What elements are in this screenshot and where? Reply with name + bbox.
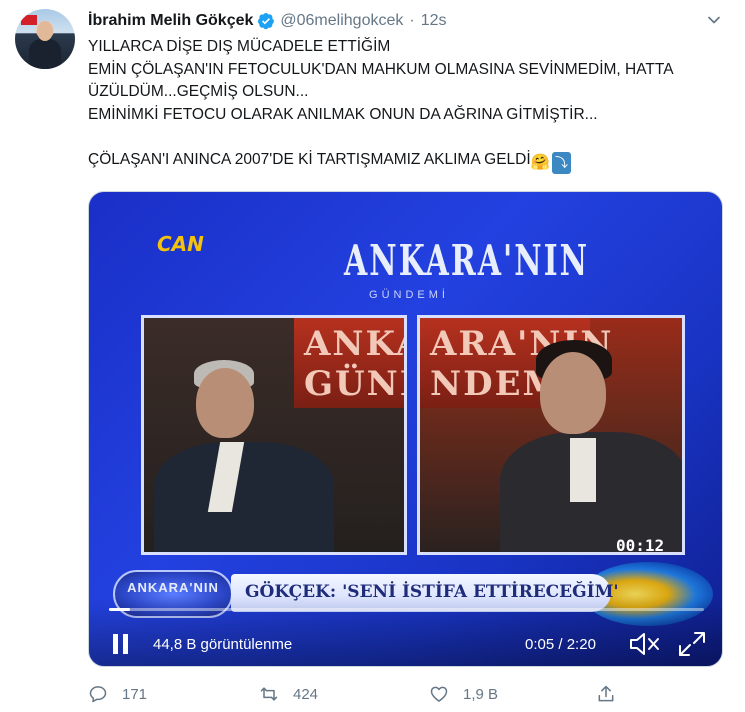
video-controls: 44,8 B görüntülenme 0:05 / 2:20 xyxy=(89,596,722,666)
mute-icon[interactable] xyxy=(628,630,660,658)
video-progress-bar[interactable] xyxy=(109,608,704,611)
heart-icon xyxy=(430,686,448,702)
username[interactable]: @06melihgokcek xyxy=(280,12,403,30)
tweet-header: İbrahim Melih Gökçek @06melihgokcek · 12… xyxy=(88,10,446,32)
retweet-button[interactable]: 424 xyxy=(259,684,318,704)
retweet-icon xyxy=(260,687,278,701)
tweet: İbrahim Melih Gökçek @06melihgokcek · 12… xyxy=(0,0,745,712)
share-button[interactable] xyxy=(596,684,616,704)
video-frame-left: ANKARA GÜNDE xyxy=(141,315,407,555)
retweet-count: 424 xyxy=(293,685,319,703)
arrow-down-emoji: ⤵ xyxy=(551,151,571,174)
fullscreen-icon[interactable] xyxy=(677,630,707,658)
tweet-actions: 171 424 1,9 B xyxy=(88,684,728,708)
tweet-body: YILLARCA DİŞE DIŞ MÜCADELE ETTİĞİM EMİN … xyxy=(88,38,673,168)
pause-button[interactable] xyxy=(111,634,131,656)
flag-icon xyxy=(21,15,37,25)
hugging-face-emoji: 🤗 xyxy=(530,153,550,171)
pause-icon xyxy=(113,634,118,654)
video-time: 0:05 / 2:20 xyxy=(525,636,596,653)
person-right xyxy=(420,318,682,552)
reply-button[interactable]: 171 xyxy=(88,684,147,704)
share-icon xyxy=(598,685,614,702)
chevron-down-icon[interactable] xyxy=(704,10,724,30)
like-button[interactable]: 1,9 B xyxy=(429,684,498,704)
reply-count: 171 xyxy=(122,685,148,703)
video-overlay-time: 00:12 xyxy=(616,536,665,555)
display-name[interactable]: İbrahim Melih Gökçek xyxy=(88,12,253,30)
separator-dot: · xyxy=(409,12,415,29)
show-title-main: ANKARA'NIN xyxy=(344,237,590,286)
person-left xyxy=(144,318,404,552)
view-count: 44,8 B görüntülenme xyxy=(153,636,293,653)
timestamp[interactable]: 12s xyxy=(421,12,447,30)
video-frame-right: ARA'NIN NDEMİ xyxy=(417,315,685,555)
show-title: ANKARA'NIN GÜNDEMİ xyxy=(344,237,587,301)
show-title-sub: GÜNDEMİ xyxy=(369,289,449,301)
reply-icon xyxy=(89,686,107,703)
avatar[interactable] xyxy=(15,9,75,69)
tweet-text: YILLARCA DİŞE DIŞ MÜCADELE ETTİĞİM EMİN … xyxy=(88,36,728,174)
video-progress-fill xyxy=(109,608,131,611)
duration: 2:20 xyxy=(566,636,596,653)
channel-logo: CAN xyxy=(157,232,204,256)
verified-badge-icon xyxy=(258,12,275,30)
current-time: 0:05 xyxy=(525,636,555,653)
video-player[interactable]: CAN ANKARA'NIN GÜNDEMİ ANKARA GÜNDE ARA'… xyxy=(88,191,723,667)
like-count: 1,9 B xyxy=(463,685,499,703)
